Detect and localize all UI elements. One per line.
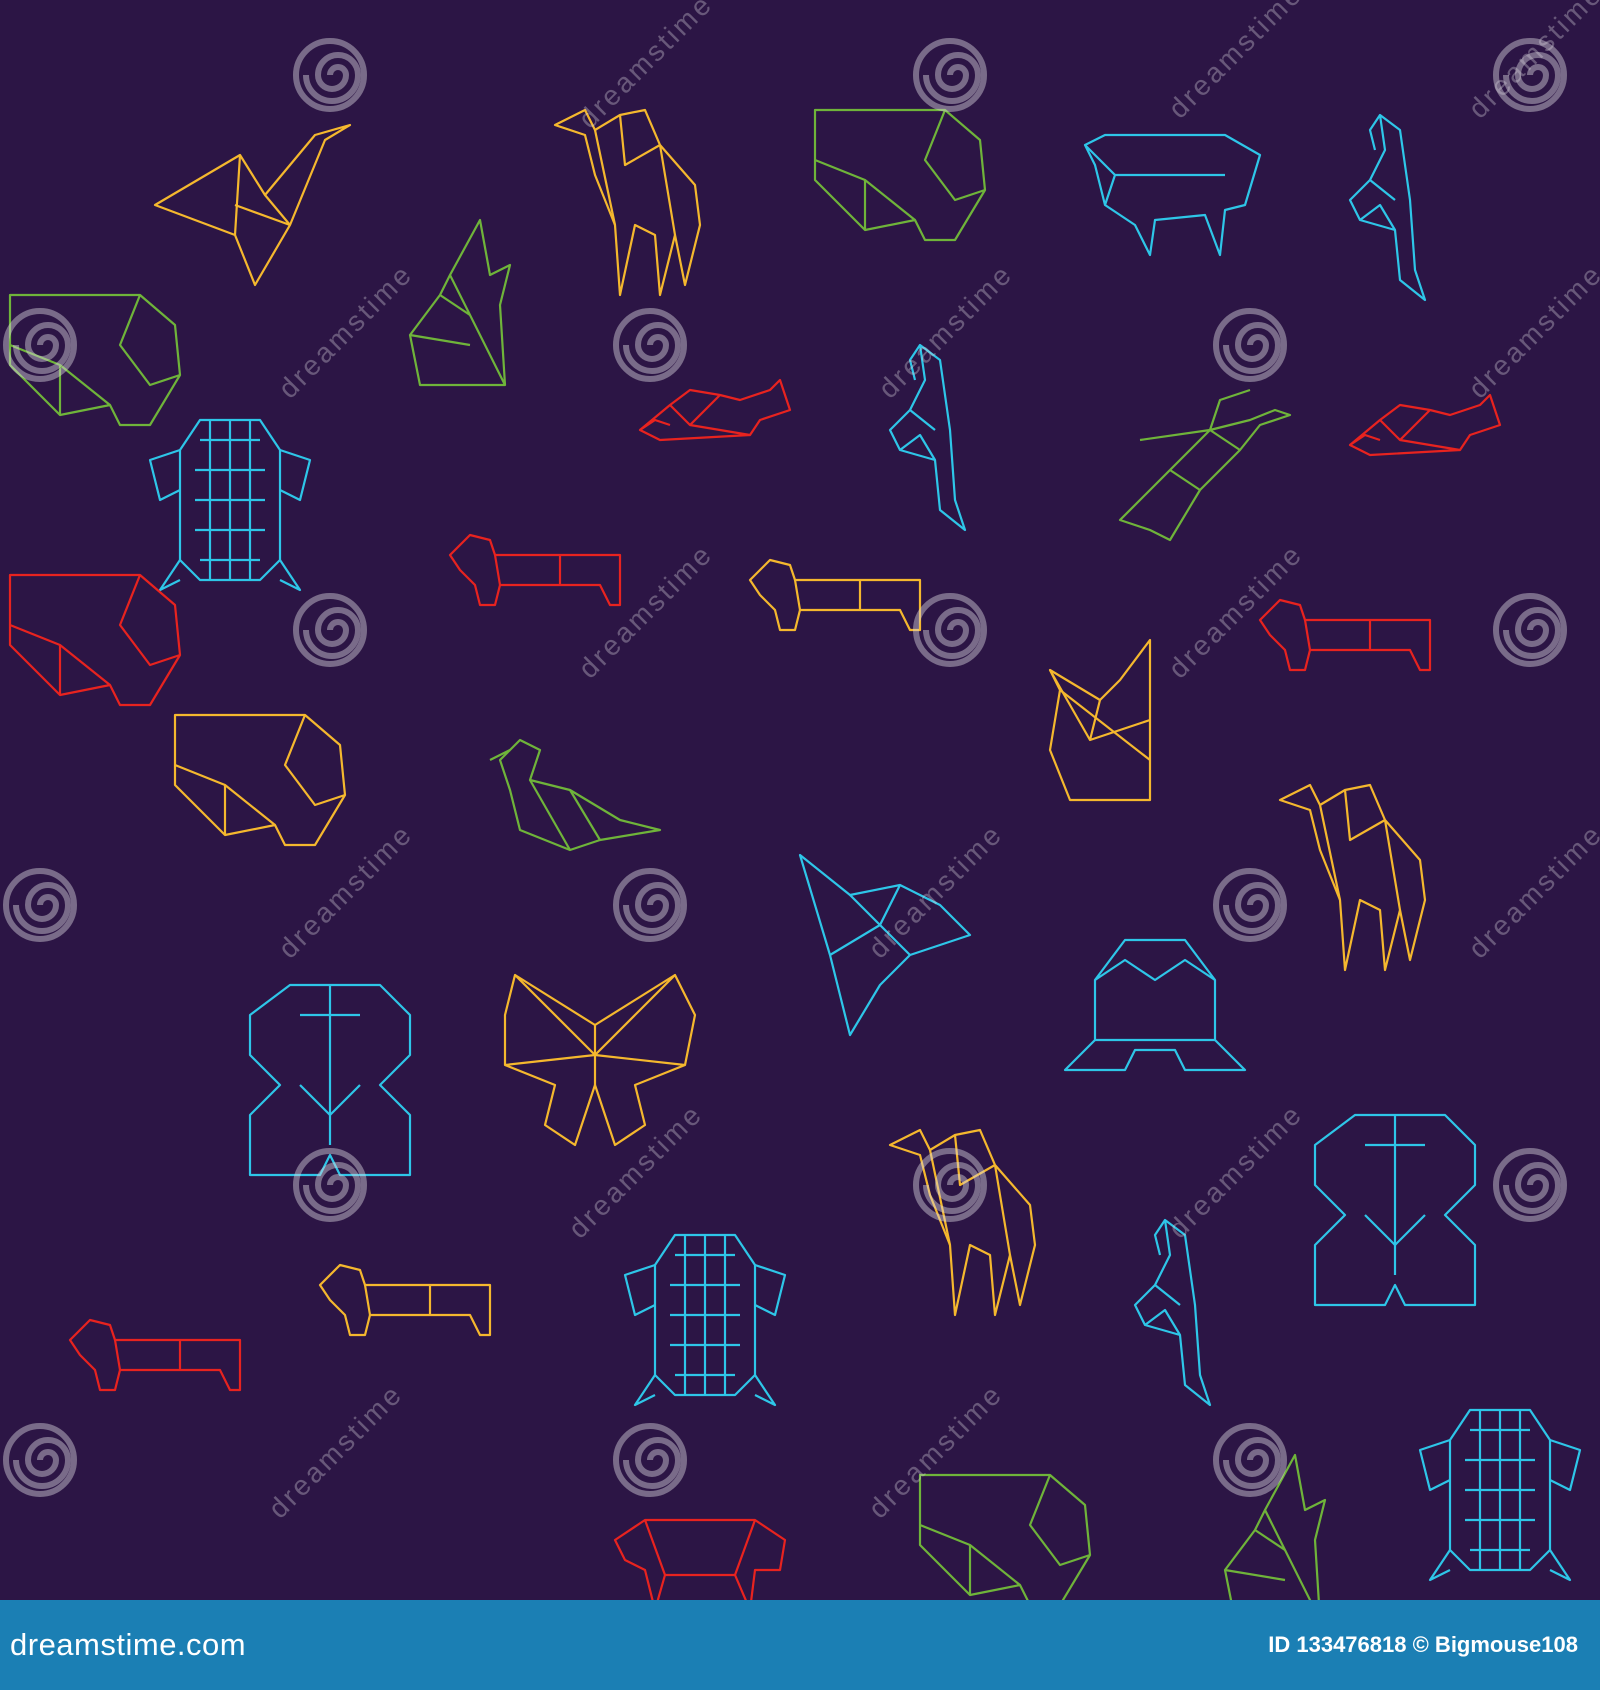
footer-bar: dreamstime.com ID 133476818 © Bigmouse10… [0,1600,1600,1690]
author-credit-label: © Bigmouse108 [1412,1632,1578,1657]
origami-animal-pattern: dreamstimedreamstimedreamstimedreamstime… [0,0,1600,1600]
credit-label: ID 133476818 © Bigmouse108 [1268,1632,1578,1658]
brand-label[interactable]: dreamstime.com [10,1627,246,1663]
image-id-label: ID 133476818 [1268,1632,1407,1657]
